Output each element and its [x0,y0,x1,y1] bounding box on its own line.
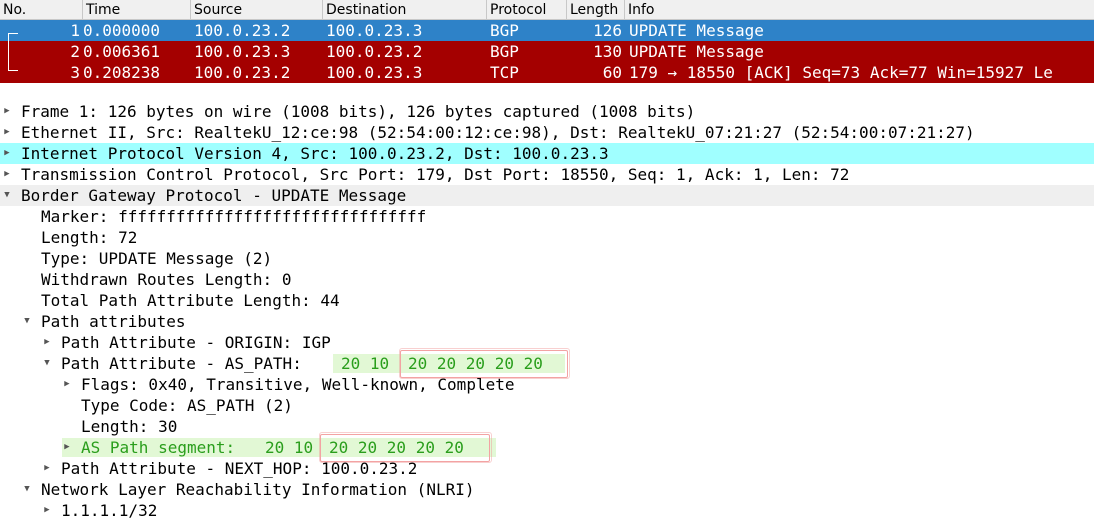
triangle-right-icon[interactable]: ▶ [41,500,53,521]
tree-item-label: Path attributes [41,312,186,331]
triangle-down-icon[interactable]: ▼ [41,353,53,374]
tree-item-bgp[interactable]: ▼ Border Gateway Protocol - UPDATE Messa… [0,185,1094,206]
tree-item-ip[interactable]: ▶ Internet Protocol Version 4, Src: 100.… [0,143,1094,164]
packet-row[interactable]: 3 0.208238 100.0.23.2 100.0.23.3 TCP 60 … [0,62,1094,83]
packet-details-tree: ▶ Frame 1: 126 bytes on wire (1008 bits)… [0,101,1094,521]
triangle-right-icon[interactable]: ▶ [41,458,53,479]
packet-info: UPDATE Message [629,21,764,40]
tree-item-label: Total Path Attribute Length: 44 [41,291,340,310]
tree-item-next-hop[interactable]: ▶ Path Attribute - NEXT_HOP: 100.0.23.2 [0,458,1094,479]
packet-destination: 100.0.23.3 [326,63,423,82]
tree-item-path-attributes[interactable]: ▼ Path attributes [0,311,1094,332]
column-header-length[interactable]: Length [567,0,625,20]
packet-list: No. Time Source Destination Protocol Len… [0,0,1094,84]
column-header-source[interactable]: Source [191,0,323,20]
tree-item-attribute-length[interactable]: Length: 30 [0,416,1094,437]
tree-item-withdrawn-length[interactable]: Withdrawn Routes Length: 0 [0,269,1094,290]
packet-info: UPDATE Message [629,42,764,61]
packet-time: 0.208238 [83,63,161,82]
triangle-down-icon[interactable]: ▼ [1,185,13,206]
packet-source: 100.0.23.2 [194,63,291,82]
triangle-right-icon[interactable]: ▶ [1,164,13,185]
packet-length: 130 [593,42,622,61]
tree-item-nlri[interactable]: ▼ Network Layer Reachability Information… [0,479,1094,500]
packet-destination: 100.0.23.2 [326,42,423,61]
tree-item-label: Length: 72 [41,228,138,247]
tree-item-label: Transmission Control Protocol, Src Port:… [21,165,850,184]
triangle-right-icon[interactable]: ▶ [41,332,53,353]
as-path-prefix: 20 10 [341,354,390,373]
tree-item-label: Ethernet II, Src: RealtekU_12:ce:98 (52:… [21,123,975,142]
tree-item-label: Flags: 0x40, Transitive, Well-known, Com… [81,375,515,394]
tree-item-type[interactable]: Type: UPDATE Message (2) [0,248,1094,269]
triangle-right-icon[interactable]: ▶ [61,374,73,395]
tree-item-label: Frame 1: 126 bytes on wire (1008 bits), … [21,102,696,121]
packet-protocol: TCP [490,63,519,82]
tree-item-length[interactable]: Length: 72 [0,227,1094,248]
segment-prefix: 20 10 [265,438,314,457]
packet-info: 179 → 18550 [ACK] Seq=73 Ack=77 Win=1592… [629,63,1053,82]
column-header-info[interactable]: Info [625,0,1094,20]
tree-item-label: Path Attribute - NEXT_HOP: 100.0.23.2 [61,459,418,478]
column-header-destination[interactable]: Destination [323,0,487,20]
tree-item-flags[interactable]: ▶ Flags: 0x40, Transitive, Well-known, C… [0,374,1094,395]
triangle-right-icon[interactable]: ▶ [61,437,73,458]
column-header-time[interactable]: Time [83,0,191,20]
triangle-down-icon[interactable]: ▼ [21,311,33,332]
tree-item-label: 1.1.1.1/32 [61,501,158,520]
packet-time: 0.006361 [83,42,161,61]
tree-item-label: Length: 30 [81,417,178,436]
tree-item-label: Marker: ffffffffffffffffffffffffffffffff [41,207,427,226]
triangle-right-icon[interactable]: ▶ [1,101,13,122]
triangle-right-icon[interactable]: ▶ [1,143,13,164]
tree-item-label: Border Gateway Protocol - UPDATE Message [21,186,407,205]
conversation-bracket-icon [8,33,18,71]
tree-item-label: Internet Protocol Version 4, Src: 100.0.… [21,144,609,163]
tree-item-label: Type Code: AS_PATH (2) [81,396,293,415]
packet-length: 126 [593,21,622,40]
packet-time: 0.000000 [83,21,161,40]
tree-item-ethernet[interactable]: ▶ Ethernet II, Src: RealtekU_12:ce:98 (5… [0,122,1094,143]
packet-protocol: BGP [490,42,519,61]
packet-list-header: No. Time Source Destination Protocol Len… [0,0,1094,20]
tree-item-marker[interactable]: Marker: ffffffffffffffffffffffffffffffff [0,206,1094,227]
triangle-down-icon[interactable]: ▼ [21,479,33,500]
packet-row[interactable]: 1 0.000000 100.0.23.2 100.0.23.3 BGP 126… [0,20,1094,41]
segment-label: AS Path segment: [81,438,236,457]
column-header-protocol[interactable]: Protocol [487,0,567,20]
tree-item-as-path-segment[interactable]: ▶ AS Path segment: 20 10 20 20 20 20 20 [0,432,1094,463]
packet-length: 60 [602,63,622,82]
tree-item-type-code[interactable]: Type Code: AS_PATH (2) [0,395,1094,416]
tree-item-label: Path Attribute - AS_PATH: [61,354,302,373]
tree-item-prefix[interactable]: ▶ 1.1.1.1/32 [0,500,1094,521]
tree-item-label: Withdrawn Routes Length: 0 [41,270,292,289]
tree-item-frame[interactable]: ▶ Frame 1: 126 bytes on wire (1008 bits)… [0,101,1094,122]
tree-item-label: Path Attribute - ORIGIN: IGP [61,333,331,352]
packet-destination: 100.0.23.3 [326,21,423,40]
packet-row[interactable]: 2 0.006361 100.0.23.3 100.0.23.2 BGP 130… [0,41,1094,62]
packet-protocol: BGP [490,21,519,40]
tree-item-label: Type: UPDATE Message (2) [41,249,273,268]
tree-item-total-path-length[interactable]: Total Path Attribute Length: 44 [0,290,1094,311]
column-header-no[interactable]: No. [0,0,83,20]
tree-item-tcp[interactable]: ▶ Transmission Control Protocol, Src Por… [0,164,1094,185]
packet-source: 100.0.23.2 [194,21,291,40]
packet-source: 100.0.23.3 [194,42,291,61]
triangle-right-icon[interactable]: ▶ [1,122,13,143]
tree-item-as-path[interactable]: ▼ Path Attribute - AS_PATH: 20 10 20 20 … [0,348,1094,379]
tree-item-label: Network Layer Reachability Information (… [41,480,475,499]
